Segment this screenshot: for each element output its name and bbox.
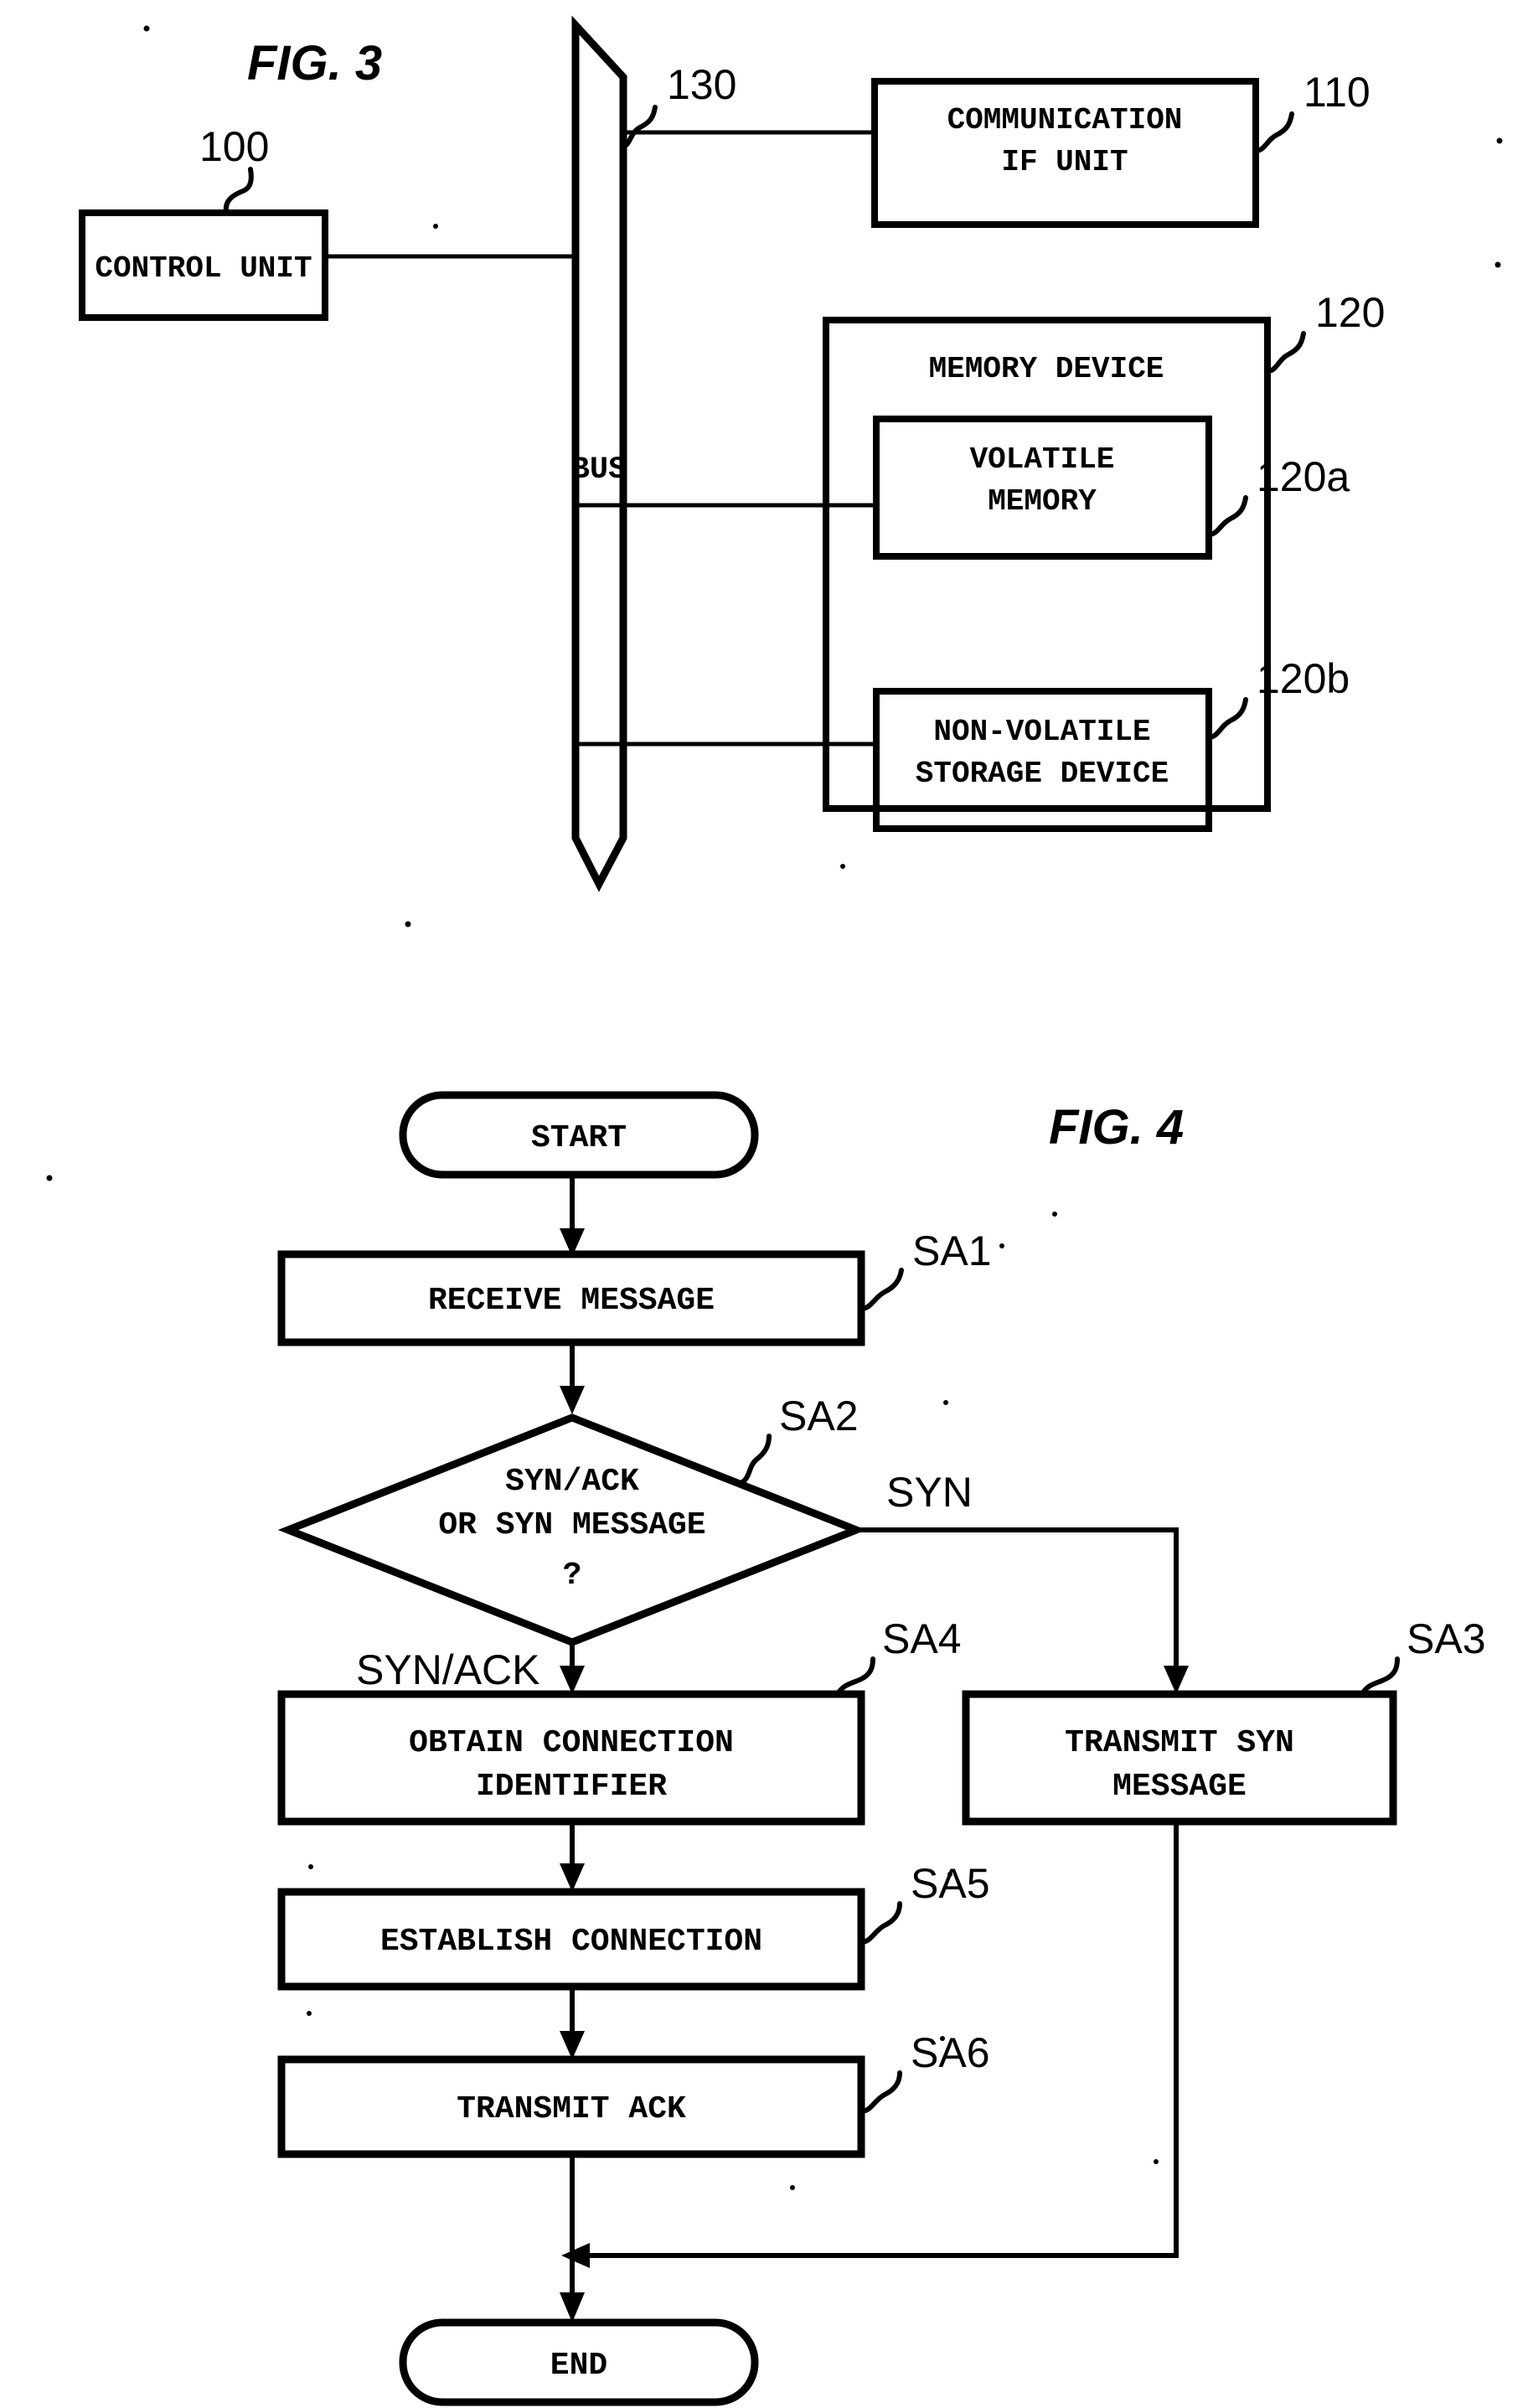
ref-label-110: 110: [1303, 69, 1371, 116]
ref-label-120a: 120a: [1257, 453, 1350, 500]
scan-speck: [790, 2185, 795, 2190]
scan-speck: [433, 224, 438, 229]
control-unit-label: CONTROL UNIT: [95, 251, 312, 286]
step-sa1-label: RECEIVE MESSAGE: [428, 1283, 715, 1319]
nonvolatile-storage-label-line2: STORAGE DEVICE: [916, 757, 1169, 791]
ref-label-130: 130: [667, 61, 736, 108]
ref-label-120b: 120b: [1257, 655, 1350, 702]
step-sa4-label-line1: OBTAIN CONNECTION: [409, 1725, 734, 1761]
step-sa2-label-line1: SYN/ACK: [505, 1464, 639, 1500]
patent-drawing-sheet: FIG. 3 BUS 130 CONTROL UNIT 100 COMMUNIC…: [0, 0, 1528, 2408]
step-sa2-label-line2: OR SYN MESSAGE: [438, 1507, 705, 1543]
comm-if-unit-label-line1: COMMUNICATION: [947, 103, 1183, 137]
scan-speck: [1496, 137, 1503, 144]
scan-speck: [1494, 261, 1501, 268]
volatile-memory-label-line2: MEMORY: [988, 484, 1097, 519]
scan-speck: [940, 2036, 945, 2041]
drawing-canvas: FIG. 3 BUS 130 CONTROL UNIT 100 COMMUNIC…: [0, 0, 1528, 2408]
scan-speck: [405, 921, 411, 928]
ref-label-sa1: SA1: [912, 1227, 992, 1274]
ref-label-sa4: SA4: [882, 1615, 962, 1662]
fig3-title: FIG. 3: [247, 36, 382, 90]
step-sa2-label-line3: ?: [563, 1558, 582, 1594]
scan-speck: [143, 25, 150, 32]
ref-label-sa6: SA6: [911, 2029, 990, 2076]
memory-device-label: MEMORY DEVICE: [929, 352, 1164, 386]
scan-speck: [1154, 2159, 1159, 2164]
ref-label-120: 120: [1315, 289, 1385, 336]
step-sa3-label-line1: TRANSMIT SYN: [1065, 1725, 1294, 1761]
ref-label-sa5: SA5: [911, 1860, 990, 1907]
volatile-memory-label-line1: VOLATILE: [970, 442, 1115, 477]
step-sa5-label: ESTABLISH CONNECTION: [380, 1924, 762, 1960]
ref-label-100: 100: [199, 123, 269, 170]
comm-if-unit-label-line2: IF UNIT: [1001, 145, 1128, 179]
start-terminal-label: START: [531, 1120, 627, 1156]
scan-speck: [947, 1872, 952, 1877]
ref-label-sa3: SA3: [1407, 1615, 1486, 1662]
fig4-title: FIG. 4: [1049, 1100, 1184, 1155]
end-terminal-label: END: [550, 2348, 607, 2384]
scan-speck: [307, 2011, 312, 2016]
page-background: [0, 0, 1528, 2408]
scan-speck: [1052, 1212, 1057, 1217]
scan-speck: [308, 1864, 313, 1869]
scan-speck: [840, 864, 845, 869]
branch-label-synack: SYN/ACK: [356, 1646, 540, 1693]
scan-speck: [46, 1175, 53, 1181]
scan-speck: [943, 1400, 948, 1405]
step-sa3-label-line2: MESSAGE: [1112, 1769, 1247, 1805]
branch-label-syn: SYN: [886, 1469, 973, 1516]
ref-label-sa2: SA2: [779, 1393, 859, 1439]
bus-label: BUS: [571, 452, 627, 488]
scan-speck: [999, 1243, 1004, 1248]
step-sa6-label: TRANSMIT ACK: [457, 2091, 686, 2127]
nonvolatile-storage-label-line1: NON-VOLATILE: [933, 715, 1150, 749]
step-sa4-label-line2: IDENTIFIER: [476, 1769, 667, 1805]
